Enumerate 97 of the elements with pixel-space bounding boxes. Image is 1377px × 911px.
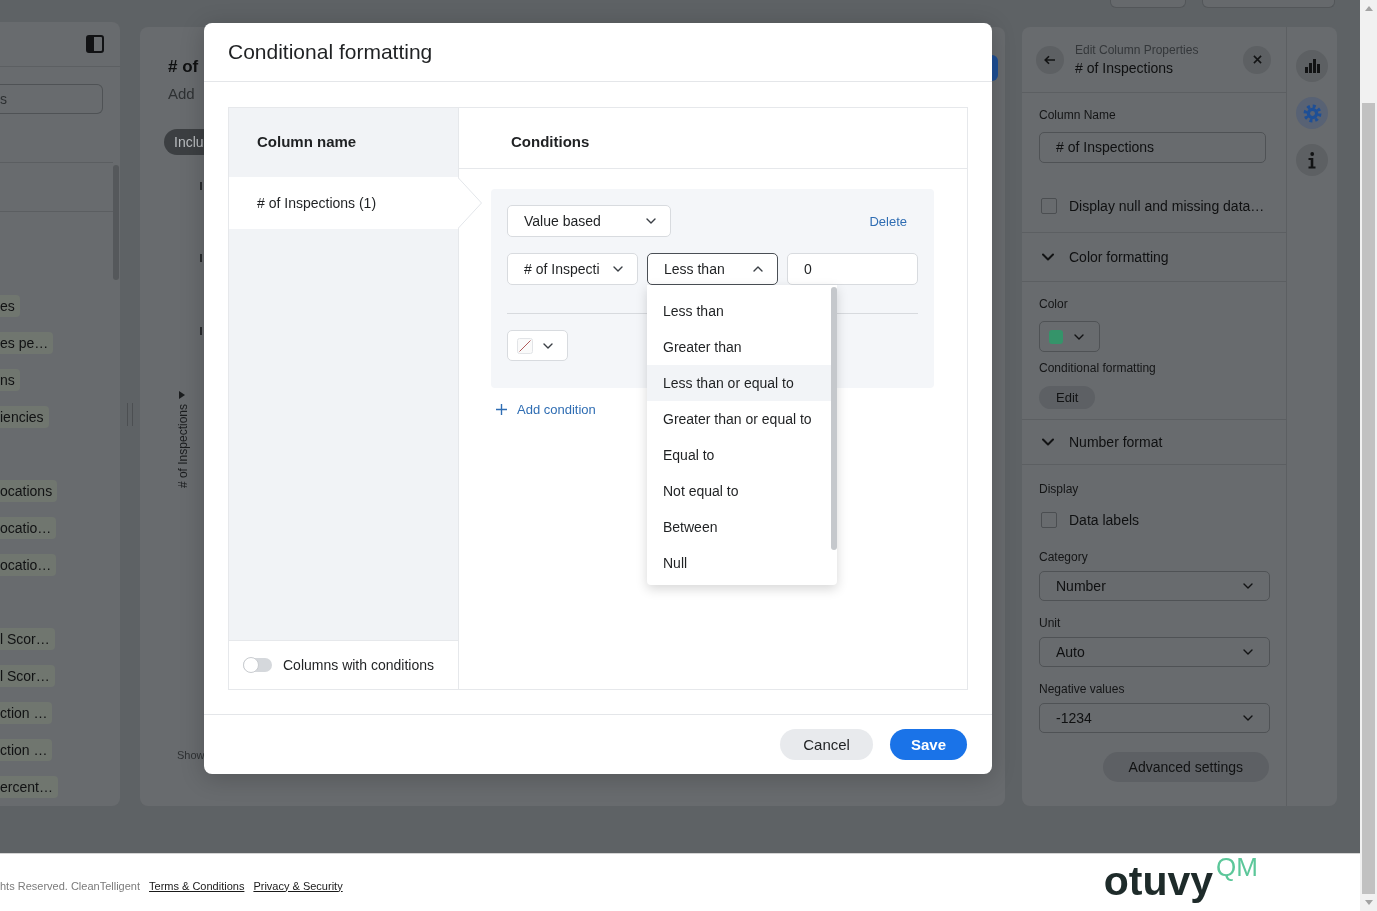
- advanced-settings-button[interactable]: Advanced settings: [1102, 752, 1269, 782]
- footer-link[interactable]: Privacy & Security: [253, 879, 343, 892]
- logo-wordmark: otuvy: [1103, 858, 1214, 903]
- chart-title: # of: [168, 56, 199, 78]
- chevron-down-icon: [613, 266, 623, 272]
- select-field[interactable]: Auto: [1039, 637, 1270, 667]
- select-field[interactable]: Number: [1039, 571, 1270, 601]
- field-chip[interactable]: ercent…: [0, 775, 58, 798]
- menu-option[interactable]: Less than: [647, 293, 831, 329]
- toggle-label: Columns with conditions: [283, 657, 434, 673]
- menu-option[interactable]: Between: [647, 509, 831, 545]
- dialog-title: Conditional formatting: [228, 40, 433, 64]
- field-chip[interactable]: ocatio…: [0, 516, 57, 539]
- field-chip[interactable]: ction …: [0, 701, 53, 724]
- field-label: Display: [1039, 481, 1079, 497]
- field-label: Column Name: [1039, 107, 1116, 123]
- scroll-up-icon[interactable]: [1364, 6, 1373, 11]
- menu-option[interactable]: Equal to: [647, 437, 831, 473]
- cancel-button[interactable]: Cancel: [780, 729, 873, 760]
- field-chip[interactable]: ocatio…: [0, 553, 57, 576]
- checkbox-label: Data labels: [1069, 512, 1140, 528]
- add-condition-button[interactable]: Add condition: [496, 402, 596, 417]
- chevron-down-icon: [543, 342, 553, 349]
- chevron-up-icon: [753, 266, 763, 272]
- delete-link[interactable]: Delete: [869, 213, 918, 229]
- plus-icon: [496, 404, 507, 415]
- field-label: Unit: [1039, 615, 1061, 631]
- field-chip[interactable]: es: [0, 294, 20, 317]
- chevron-down-icon: [1243, 715, 1253, 721]
- text-field[interactable]: # of Inspections: [1039, 132, 1266, 163]
- chevron-down-icon: [1042, 253, 1054, 261]
- field-chip[interactable]: l Scor…: [0, 627, 55, 650]
- filter-pill[interactable]: Inclu: [164, 129, 204, 155]
- chevron-down-icon: [1042, 438, 1054, 446]
- tick-mark: [200, 254, 202, 262]
- menu-option[interactable]: Not equal to: [647, 473, 831, 509]
- chevron-down-icon: [1243, 583, 1253, 589]
- round-button[interactable]: [992, 55, 998, 81]
- sidebar-toggle-icon[interactable]: [86, 35, 104, 53]
- color-picker-button[interactable]: [1039, 321, 1100, 352]
- menu-option[interactable]: Greater than or equal to: [647, 401, 831, 437]
- panel-title: # of Inspections: [1075, 58, 1174, 78]
- logo-suffix: QM: [1216, 852, 1258, 881]
- field-label: Category: [1039, 549, 1088, 565]
- scroll-down-icon[interactable]: [1364, 900, 1373, 905]
- field-chip[interactable]: iencies: [0, 405, 49, 428]
- tick-mark: [200, 182, 202, 190]
- section-toggle[interactable]: Number format: [1022, 420, 1286, 465]
- copyright-text: hts Reserved. CleanTelligent: [0, 879, 141, 892]
- chevron-down-icon: [1074, 333, 1084, 340]
- toggle-switch[interactable]: [243, 658, 272, 672]
- settings-icon: [1302, 103, 1322, 123]
- sidebar-tab[interactable]: [1296, 97, 1328, 129]
- close-icon: [1252, 55, 1262, 64]
- menu-option[interactable]: Less than or equal to: [647, 365, 831, 401]
- section-toggle[interactable]: Color formatting: [1022, 233, 1286, 282]
- close-button[interactable]: [1243, 45, 1271, 74]
- sidebar-tab[interactable]: [1296, 50, 1328, 82]
- back-button[interactable]: [1036, 45, 1064, 74]
- value-input[interactable]: 0: [787, 253, 918, 285]
- field-chip[interactable]: l Scor…: [0, 664, 55, 687]
- operator-select[interactable]: Less than: [647, 253, 778, 285]
- menu-option[interactable]: Greater than: [647, 329, 831, 365]
- caret-icon[interactable]: [179, 391, 185, 399]
- axis-label: # of Inspections: [176, 404, 190, 489]
- chevron-down-icon: [1243, 649, 1253, 655]
- edit-button[interactable]: Edit: [1039, 386, 1096, 409]
- column-header: Column name: [256, 132, 358, 152]
- tick-mark: [200, 327, 202, 335]
- scrollbar-thumb[interactable]: [831, 287, 837, 550]
- select-field[interactable]: -1234: [1039, 703, 1270, 733]
- arrow-left-icon: [1044, 54, 1056, 65]
- column-select[interactable]: # of Inspecti: [507, 253, 638, 285]
- column-header: Conditions: [459, 108, 967, 169]
- bar-chart-icon: [1304, 59, 1320, 73]
- field-label: Conditional formatting: [1039, 360, 1156, 376]
- menu-option[interactable]: Null: [647, 545, 831, 581]
- save-button[interactable]: Save: [889, 729, 967, 760]
- chevron-down-icon: [646, 218, 656, 224]
- scrollbar-thumb[interactable]: [1362, 103, 1375, 894]
- no-color-icon: [517, 337, 533, 354]
- field-chip[interactable]: ns: [0, 368, 20, 391]
- footer-link[interactable]: Terms & Conditions: [149, 879, 245, 892]
- search-field[interactable]: s: [0, 84, 103, 114]
- checkbox-label: Display null and missing data…: [1069, 198, 1265, 214]
- field-label: Color: [1039, 296, 1068, 312]
- info-icon: [1308, 151, 1316, 169]
- field-chip[interactable]: ocations: [0, 479, 58, 502]
- checkbox[interactable]: [1041, 512, 1057, 528]
- chart-subtitle: Add: [168, 84, 195, 104]
- sidebar-tab[interactable]: [1296, 144, 1328, 176]
- footer-label: Show: [177, 748, 205, 762]
- field-chip[interactable]: ction …: [0, 738, 53, 761]
- checkbox[interactable]: [1041, 198, 1057, 214]
- rule-type-select[interactable]: Value based: [507, 205, 671, 237]
- field-label: Negative values: [1039, 681, 1125, 697]
- field-chip[interactable]: es pe…: [0, 331, 54, 354]
